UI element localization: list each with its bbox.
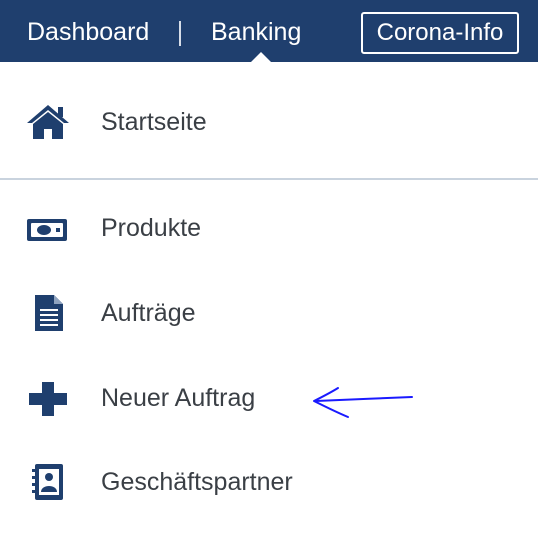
menu-item-label: Produkte — [101, 214, 202, 242]
document-icon — [24, 295, 72, 331]
menu-item-label: Geschäftspartner — [101, 468, 293, 496]
banknote-icon — [24, 210, 72, 246]
menu-item-auftraege[interactable]: Aufträge — [0, 283, 538, 343]
nav-separator — [179, 21, 181, 46]
menu-item-geschaeftspartner[interactable]: Geschäftspartner — [0, 452, 538, 512]
annotation-arrow-icon — [313, 387, 413, 418]
menu-divider — [0, 178, 538, 180]
active-tab-indicator — [251, 52, 271, 62]
menu-item-neuer-auftrag[interactable]: Neuer Auftrag — [0, 368, 538, 428]
menu-item-label: Startseite — [101, 108, 207, 136]
home-icon — [24, 104, 72, 140]
top-navigation-bar: Dashboard Banking Corona-Info — [0, 0, 538, 62]
menu-item-label: Aufträge — [101, 299, 196, 327]
corona-info-button[interactable]: Corona-Info — [361, 12, 519, 54]
menu-item-label: Neuer Auftrag — [101, 384, 256, 412]
menu-item-produkte[interactable]: Produkte — [0, 198, 538, 258]
plus-icon — [24, 380, 72, 416]
address-book-icon — [24, 464, 72, 500]
nav-dashboard[interactable]: Dashboard — [27, 0, 149, 62]
menu-item-startseite[interactable]: Startseite — [0, 92, 538, 152]
